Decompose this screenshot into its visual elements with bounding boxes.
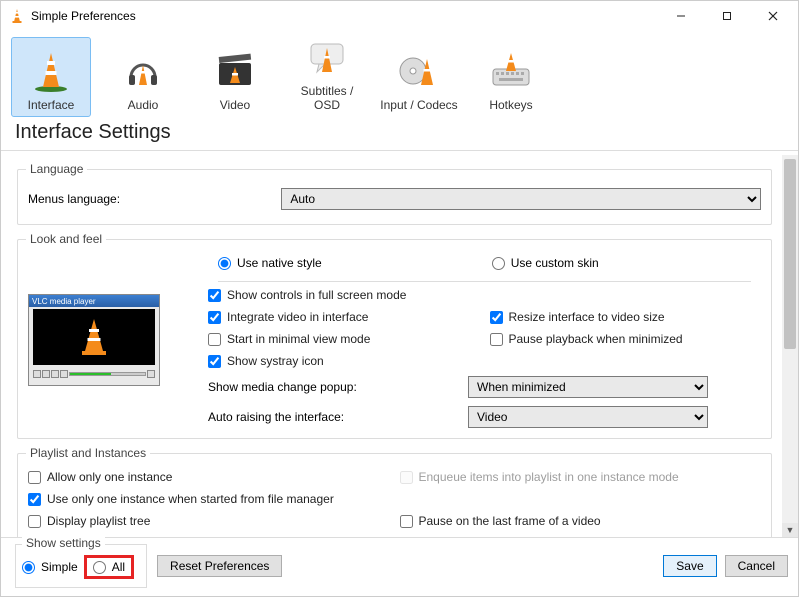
group-title: Look and feel bbox=[26, 232, 106, 246]
category-input-codecs[interactable]: Input / Codecs bbox=[379, 37, 459, 117]
check-show-controls-fullscreen[interactable]: Show controls in full screen mode bbox=[208, 288, 480, 302]
check-display-playlist-tree[interactable]: Display playlist tree bbox=[28, 514, 390, 528]
show-settings-title: Show settings bbox=[22, 536, 105, 550]
category-interface[interactable]: Interface bbox=[11, 37, 91, 117]
check-resize-to-video[interactable]: Resize interface to video size bbox=[490, 310, 762, 324]
category-label: Input / Codecs bbox=[380, 98, 457, 112]
save-button[interactable]: Save bbox=[663, 555, 716, 577]
category-label: Audio bbox=[128, 98, 159, 112]
category-bar: Interface Audio bbox=[1, 31, 798, 119]
interface-preview: VLC media player bbox=[28, 294, 160, 386]
check-integrate-video[interactable]: Integrate video in interface bbox=[208, 310, 480, 324]
group-title: Playlist and Instances bbox=[26, 446, 150, 460]
clapper-cone-icon bbox=[213, 48, 257, 94]
group-title: Language bbox=[26, 162, 87, 176]
category-video[interactable]: Video bbox=[195, 37, 275, 117]
check-systray-icon[interactable]: Show systray icon bbox=[208, 354, 480, 368]
cancel-button[interactable]: Cancel bbox=[725, 555, 788, 577]
close-button[interactable] bbox=[750, 1, 796, 31]
scrollbar-thumb[interactable] bbox=[784, 159, 796, 349]
titlebar: Simple Preferences bbox=[1, 1, 798, 31]
highlight-all-radio: All bbox=[84, 555, 134, 579]
radio-show-all[interactable]: All bbox=[93, 560, 125, 574]
group-look-and-feel: Look and feel Use native style Use custo… bbox=[17, 239, 772, 439]
category-subtitles[interactable]: Subtitles / OSD bbox=[287, 37, 367, 117]
minimize-button[interactable] bbox=[658, 1, 704, 31]
radio-custom-skin[interactable]: Use custom skin bbox=[492, 256, 599, 270]
vlc-cone-icon bbox=[9, 8, 25, 24]
disc-cone-icon bbox=[397, 48, 441, 94]
window-title: Simple Preferences bbox=[31, 9, 658, 23]
interface-cone-icon bbox=[29, 48, 73, 94]
check-pause-minimized[interactable]: Pause playback when minimized bbox=[490, 332, 762, 346]
check-pause-last-frame[interactable]: Pause on the last frame of a video bbox=[400, 514, 762, 528]
reset-preferences-button[interactable]: Reset Preferences bbox=[157, 555, 282, 577]
group-playlist-instances: Playlist and Instances Allow only one in… bbox=[17, 453, 772, 537]
divider bbox=[1, 150, 798, 151]
radio-show-simple[interactable]: Simple bbox=[22, 560, 78, 574]
check-one-instance[interactable]: Allow only one instance bbox=[28, 470, 390, 484]
vertical-scrollbar[interactable]: ▲ ▼ bbox=[782, 155, 798, 537]
footer: Show settings Simple All Reset Preferenc… bbox=[1, 537, 798, 596]
radio-native-style[interactable]: Use native style bbox=[218, 256, 322, 270]
category-label: Interface bbox=[28, 98, 75, 112]
category-audio[interactable]: Audio bbox=[103, 37, 183, 117]
speech-cone-icon bbox=[305, 36, 349, 80]
popup-select[interactable]: When minimized bbox=[468, 376, 708, 398]
headphones-cone-icon bbox=[121, 48, 165, 94]
check-enqueue-one-instance: Enqueue items into playlist in one insta… bbox=[400, 470, 762, 484]
preferences-window: Simple Preferences Interface bbox=[0, 0, 799, 597]
scroll-down-arrow-icon[interactable]: ▼ bbox=[782, 523, 798, 537]
popup-label: Show media change popup: bbox=[208, 380, 468, 394]
group-language: Language Menus language: Auto bbox=[17, 169, 772, 225]
maximize-button[interactable] bbox=[704, 1, 750, 31]
autoraise-select[interactable]: Video bbox=[468, 406, 708, 428]
autoraise-label: Auto raising the interface: bbox=[208, 410, 468, 424]
keyboard-cone-icon bbox=[489, 48, 533, 94]
menus-language-label: Menus language: bbox=[28, 192, 281, 206]
menus-language-select[interactable]: Auto bbox=[281, 188, 761, 210]
check-one-instance-file-manager[interactable]: Use only one instance when started from … bbox=[28, 492, 761, 506]
settings-scroll-area: Language Menus language: Auto Look and f… bbox=[1, 155, 798, 537]
group-show-settings: Show settings Simple All bbox=[15, 544, 147, 588]
check-start-minimal[interactable]: Start in minimal view mode bbox=[208, 332, 480, 346]
category-hotkeys[interactable]: Hotkeys bbox=[471, 37, 551, 117]
category-label: Hotkeys bbox=[489, 98, 532, 112]
category-label: Subtitles / OSD bbox=[288, 84, 366, 112]
page-title: Interface Settings bbox=[1, 119, 798, 150]
category-label: Video bbox=[220, 98, 250, 112]
